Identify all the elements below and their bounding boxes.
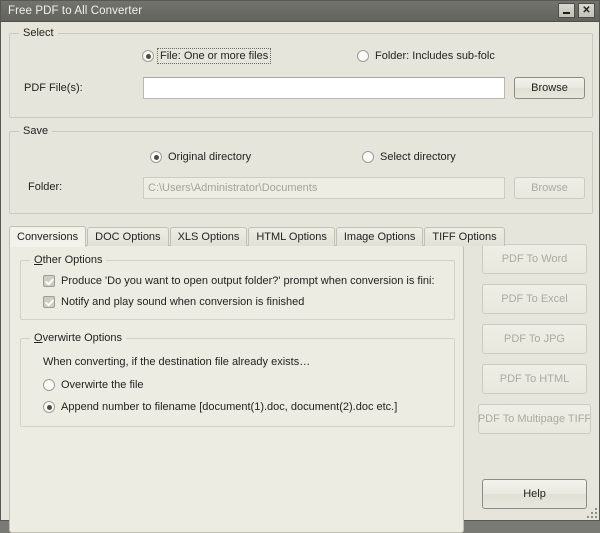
select-group-legend: Select [19, 27, 58, 39]
radio-overwrite-file[interactable]: Overwirte the file [43, 379, 145, 391]
overwrite-description: When converting, if the destination file… [43, 356, 310, 368]
pdf-to-html-button[interactable]: PDF To HTML [482, 364, 587, 394]
tab-doc-options[interactable]: DOC Options [87, 227, 168, 246]
radio-overwrite-file-label: Overwirte the file [60, 379, 145, 391]
other-options-group: Other Options Produce 'Do you want to op… [20, 260, 455, 320]
pdf-to-jpg-button[interactable]: PDF To JPG [482, 324, 587, 354]
help-button[interactable]: Help [482, 479, 587, 509]
select-browse-button[interactable]: Browse [514, 77, 585, 99]
minimize-icon [563, 12, 570, 14]
window-title: Free PDF to All Converter [8, 5, 142, 17]
radio-dot-icon [357, 50, 369, 62]
radio-dot-icon [43, 401, 55, 413]
radio-dot-icon [142, 50, 154, 62]
folder-input[interactable]: C:\Users\Administrator\Documents [143, 177, 505, 199]
overwrite-options-accel: O [34, 332, 43, 344]
pdf-to-multipage-tiff-button[interactable]: PDF To Multipage TIFF [478, 404, 591, 434]
minimize-button[interactable] [558, 3, 575, 18]
checkbox-produce-prompt-label: Produce 'Do you want to open output fold… [61, 275, 435, 287]
tab-tiff-options[interactable]: TIFF Options [424, 227, 504, 246]
pdf-files-input[interactable] [143, 77, 505, 99]
radio-original-directory-label: Original directory [167, 151, 252, 163]
window-controls: ✕ [558, 3, 595, 18]
save-browse-button[interactable]: Browse [514, 177, 585, 199]
tab-image-options[interactable]: Image Options [336, 227, 424, 246]
radio-folder-includes-subfolders[interactable]: Folder: Includes sub-folc [357, 50, 496, 62]
radio-dot-icon [362, 151, 374, 163]
radio-file-label: File: One or more files [159, 50, 269, 62]
radio-select-directory-label: Select directory [379, 151, 457, 163]
tab-conversions[interactable]: Conversions [9, 226, 86, 247]
radio-dot-icon [150, 151, 162, 163]
close-button[interactable]: ✕ [578, 3, 595, 18]
other-options-legend-rest: ther Options [43, 254, 103, 266]
overwrite-options-group: Overwirte Options When converting, if th… [20, 338, 455, 427]
pdf-to-excel-button[interactable]: PDF To Excel [482, 284, 587, 314]
checkbox-notify-sound[interactable]: Notify and play sound when conversion is… [43, 296, 448, 308]
checkbox-check-icon [43, 275, 55, 287]
title-bar: Free PDF to All Converter ✕ [1, 1, 599, 22]
select-group: Select File: One or more files Folder: I… [9, 33, 593, 118]
save-group-legend: Save [19, 125, 52, 137]
radio-file-one-or-more[interactable]: File: One or more files [142, 50, 269, 62]
overwrite-options-legend: Overwirte Options [30, 332, 126, 344]
pdf-files-label: PDF File(s): [24, 82, 83, 94]
folder-label: Folder: [28, 181, 62, 193]
application-window: Free PDF to All Converter ✕ Select File:… [0, 0, 600, 521]
radio-dot-icon [43, 379, 55, 391]
save-group: Save Original directory Select directory… [9, 131, 593, 214]
overwrite-options-legend-rest: verwirte Options [43, 332, 122, 344]
radio-original-directory[interactable]: Original directory [150, 151, 252, 163]
other-options-accel: O [34, 254, 43, 266]
radio-select-directory[interactable]: Select directory [362, 151, 457, 163]
checkbox-notify-sound-label: Notify and play sound when conversion is… [61, 296, 304, 308]
radio-append-number[interactable]: Append number to filename [document(1).d… [43, 401, 398, 413]
other-options-legend: Other Options [30, 254, 106, 266]
tab-html-options[interactable]: HTML Options [248, 227, 335, 246]
checkbox-check-icon [43, 296, 55, 308]
radio-folder-label: Folder: Includes sub-folc [374, 50, 496, 62]
radio-append-number-label: Append number to filename [document(1).d… [60, 401, 398, 413]
pdf-to-word-button[interactable]: PDF To Word [482, 244, 587, 274]
tab-strip: Conversions DOC Options XLS Options HTML… [9, 226, 506, 246]
tab-panel-conversions: Other Options Produce 'Do you want to op… [9, 245, 464, 533]
tab-xls-options[interactable]: XLS Options [170, 227, 248, 246]
resize-grip[interactable] [585, 506, 597, 518]
checkbox-produce-prompt[interactable]: Produce 'Do you want to open output fold… [43, 275, 448, 287]
client-area: Select File: One or more files Folder: I… [1, 22, 599, 520]
